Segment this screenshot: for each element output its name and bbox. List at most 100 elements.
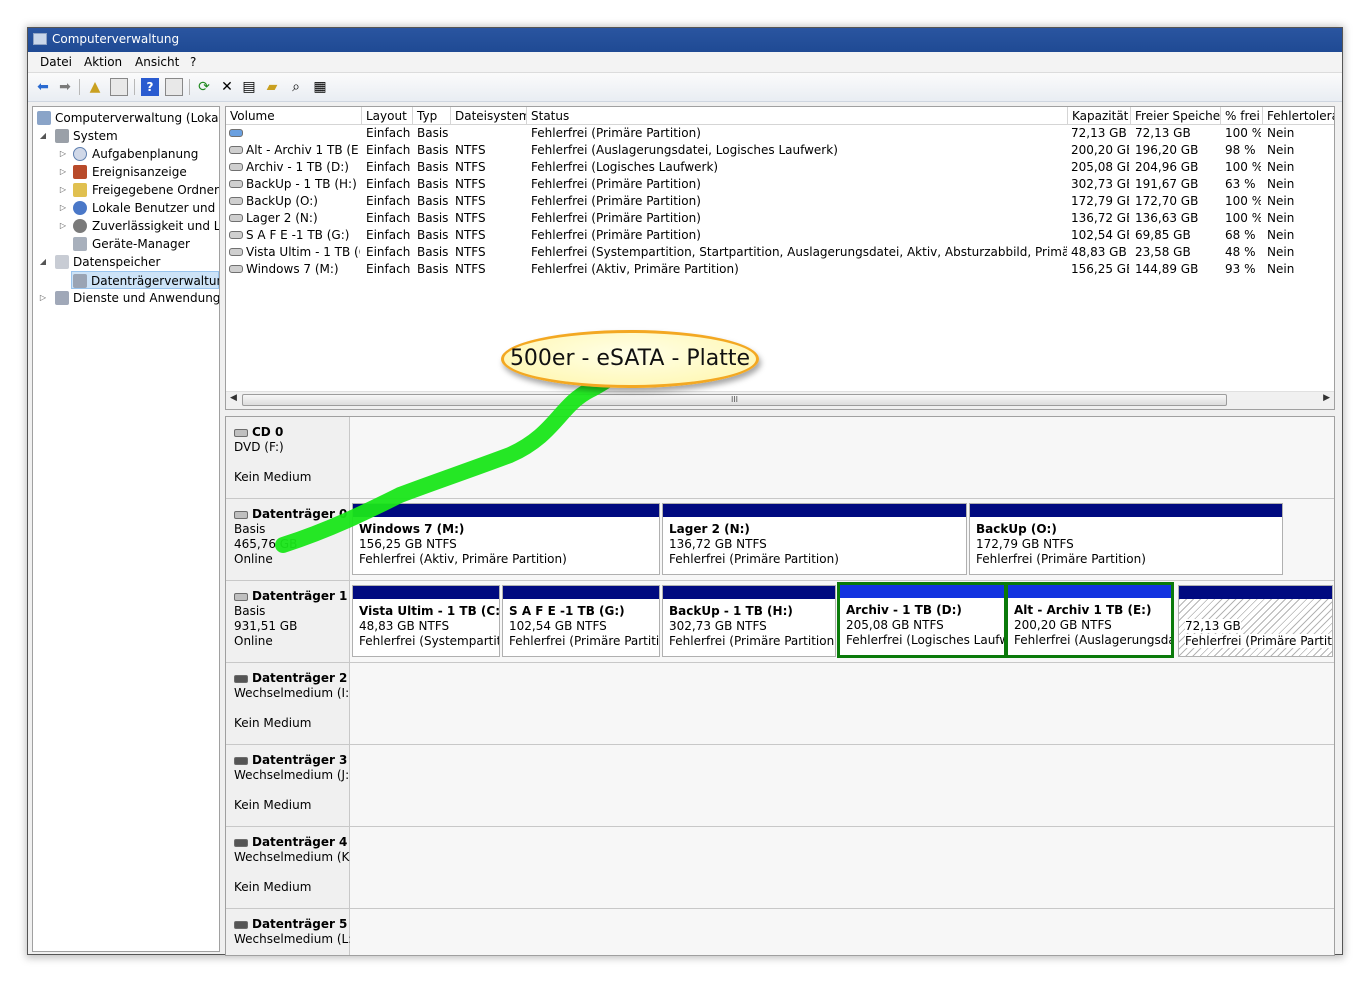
column-header-prozent-frei[interactable]: % frei [1221, 107, 1263, 125]
tree-item-freigegebene-ordner[interactable]: ▷ Freigegebene Ordner [35, 181, 219, 199]
volume-cell[interactable]: 100 % [1225, 193, 1261, 210]
search-icon[interactable]: ⌕ [287, 78, 305, 96]
up-folder-icon[interactable]: ▲ [86, 78, 104, 96]
tree-item-geraete-manager[interactable]: Geräte-Manager [35, 235, 219, 253]
column-header-typ[interactable]: Typ [413, 107, 451, 125]
volume-cell[interactable]: Einfach [366, 227, 412, 244]
volume-cell[interactable]: 191,67 GB [1135, 176, 1219, 193]
volume-cell[interactable]: 48,83 GB [1071, 244, 1129, 261]
volume-cell[interactable]: NTFS [455, 176, 525, 193]
column-header-dateisystem[interactable]: Dateisystem [451, 107, 527, 125]
volume-cell[interactable]: NTFS [455, 261, 525, 278]
partition-backup-h[interactable]: BackUp - 1 TB (H:) 302,73 GB NTFS Fehler… [662, 585, 836, 657]
disk-label-disk1[interactable]: Datenträger 1 Basis 931,51 GB Online [226, 581, 350, 663]
volume-cell[interactable]: Nein [1267, 176, 1333, 193]
tree-item-zuverlaessigkeit[interactable]: ▷ Zuverlässigkeit und Leis [35, 217, 219, 235]
volume-cell[interactable]: 48 % [1225, 244, 1261, 261]
volume-cell[interactable]: Basis [417, 261, 451, 278]
column-header-layout[interactable]: Layout [362, 107, 413, 125]
disk-label-disk5[interactable]: Datenträger 5 Wechselmedium (L: [226, 909, 352, 955]
volume-cell[interactable]: Basis [417, 210, 451, 227]
expand-arrow-icon[interactable]: ▷ [39, 289, 47, 307]
properties-icon[interactable]: ▤ [240, 78, 258, 96]
volume-cell[interactable]: 200,20 GB [1071, 142, 1129, 159]
volume-cell[interactable]: Basis [417, 142, 451, 159]
volume-cell[interactable]: S A F E -1 TB (G:) [246, 227, 360, 244]
volume-cell[interactable]: 144,89 GB [1135, 261, 1219, 278]
volume-cell[interactable]: Nein [1267, 125, 1333, 142]
tree-item-datentraegerverwaltung[interactable]: Datenträgerverwaltung [71, 271, 219, 289]
tree-item-aufgabenplanung[interactable]: ▷ Aufgabenplanung [35, 145, 219, 163]
volume-cell[interactable]: Lager 2 (N:) [246, 210, 360, 227]
menu-datei[interactable]: Datei [40, 55, 72, 69]
expand-arrow-icon[interactable]: ▷ [59, 181, 67, 199]
expand-arrow-icon[interactable]: ▷ [59, 199, 67, 217]
column-header-freier-speicher[interactable]: Freier Speicher [1131, 107, 1221, 125]
expand-arrow-icon[interactable]: ▷ [59, 163, 67, 181]
tree-item-dienste[interactable]: ▷ Dienste und Anwendungen [35, 289, 219, 307]
volume-cell[interactable]: NTFS [455, 142, 525, 159]
scroll-left-icon[interactable]: ◀ [230, 393, 237, 403]
volume-cell[interactable]: 98 % [1225, 142, 1261, 159]
volume-cell[interactable]: Vista Ultim - 1 TB (C:) [246, 244, 360, 261]
scrollbar-thumb[interactable]: III [242, 394, 1227, 406]
horizontal-scrollbar[interactable]: ◀ III ▶ [226, 391, 1334, 409]
partition-vista[interactable]: Vista Ultim - 1 TB (C:) 48,83 GB NTFS Fe… [352, 585, 500, 657]
volume-cell[interactable]: Einfach [366, 159, 412, 176]
delete-icon[interactable]: ✕ [218, 78, 236, 96]
column-header-status[interactable]: Status [527, 107, 1068, 125]
volume-cell[interactable]: 23,58 GB [1135, 244, 1219, 261]
volume-cell[interactable]: 72,13 GB [1135, 125, 1219, 142]
volume-cell[interactable]: Nein [1267, 159, 1333, 176]
column-header-kapazitaet[interactable]: Kapazität [1068, 107, 1131, 125]
volume-cell[interactable]: Nein [1267, 210, 1333, 227]
menu-help[interactable]: ? [190, 55, 196, 69]
volume-cell[interactable]: Fehlerfrei (Primäre Partition) [531, 227, 1067, 244]
volume-cell[interactable]: 205,08 GB [1071, 159, 1129, 176]
volume-cell[interactable]: Einfach [366, 193, 412, 210]
back-arrow-icon[interactable]: ⬅ [34, 78, 52, 96]
volume-cell[interactable]: Basis [417, 193, 451, 210]
column-header-volume[interactable]: Volume [226, 107, 362, 125]
volume-cell[interactable]: 93 % [1225, 261, 1261, 278]
action-icon[interactable]: ▦ [311, 78, 329, 96]
disk-label-disk4[interactable]: Datenträger 4 Wechselmedium (K: Kein Med… [226, 827, 353, 909]
volume-cell[interactable]: Basis [417, 159, 451, 176]
volume-cell[interactable]: Basis [417, 227, 451, 244]
tree-item-system[interactable]: ◢ System [35, 127, 219, 145]
forward-arrow-icon[interactable]: ➡ [56, 78, 74, 96]
volume-cell[interactable]: 72,13 GB [1071, 125, 1129, 142]
partition-windows7[interactable]: Windows 7 (M:) 156,25 GB NTFS Fehlerfrei… [352, 503, 660, 575]
partition-unnamed[interactable]: 72,13 GB Fehlerfrei (Primäre Partition [1178, 585, 1333, 657]
tree-item-ereignisanzeige[interactable]: ▷ Ereignisanzeige [35, 163, 219, 181]
volume-cell[interactable]: Fehlerfrei (Primäre Partition) [531, 193, 1067, 210]
volume-cell[interactable]: BackUp (O:) [246, 193, 360, 210]
volume-cell[interactable]: NTFS [455, 227, 525, 244]
volume-cell[interactable]: Nein [1267, 261, 1333, 278]
volume-cell[interactable]: 102,54 GB [1071, 227, 1129, 244]
scroll-right-icon[interactable]: ▶ [1323, 393, 1330, 403]
volume-cell[interactable]: 136,63 GB [1135, 210, 1219, 227]
volume-cell[interactable]: 68 % [1225, 227, 1261, 244]
disk-label-disk3[interactable]: Datenträger 3 Wechselmedium (J:) Kein Me… [226, 745, 354, 827]
volume-cell[interactable]: BackUp - 1 TB (H:) [246, 176, 360, 193]
volume-cell[interactable]: Fehlerfrei (Primäre Partition) [531, 176, 1067, 193]
volume-cell[interactable]: NTFS [455, 244, 525, 261]
volume-cell[interactable]: 172,70 GB [1135, 193, 1219, 210]
volume-cell[interactable]: Archiv - 1 TB (D:) [246, 159, 360, 176]
help-icon[interactable]: ? [141, 78, 159, 96]
partition-alt-archiv[interactable]: Alt - Archiv 1 TB (E:) 200,20 GB NTFS Fe… [1005, 582, 1174, 658]
partition-archiv[interactable]: Archiv - 1 TB (D:) 205,08 GB NTFS Fehler… [837, 582, 1007, 658]
volume-cell[interactable]: 100 % [1225, 159, 1261, 176]
partition-backup-o[interactable]: BackUp (O:) 172,79 GB NTFS Fehlerfrei (P… [969, 503, 1283, 575]
volume-cell[interactable]: 100 % [1225, 210, 1261, 227]
volume-cell[interactable]: Einfach [366, 244, 412, 261]
expand-arrow-icon[interactable]: ◢ [39, 127, 47, 145]
volume-cell[interactable] [455, 125, 525, 142]
volume-cell[interactable]: Nein [1267, 227, 1333, 244]
volume-cell[interactable]: NTFS [455, 159, 525, 176]
refresh-icon[interactable]: ⟳ [195, 78, 213, 96]
volume-cell[interactable] [246, 125, 360, 142]
volume-cell[interactable]: 63 % [1225, 176, 1261, 193]
tree-item-datenspeicher[interactable]: ◢ Datenspeicher [35, 253, 219, 271]
